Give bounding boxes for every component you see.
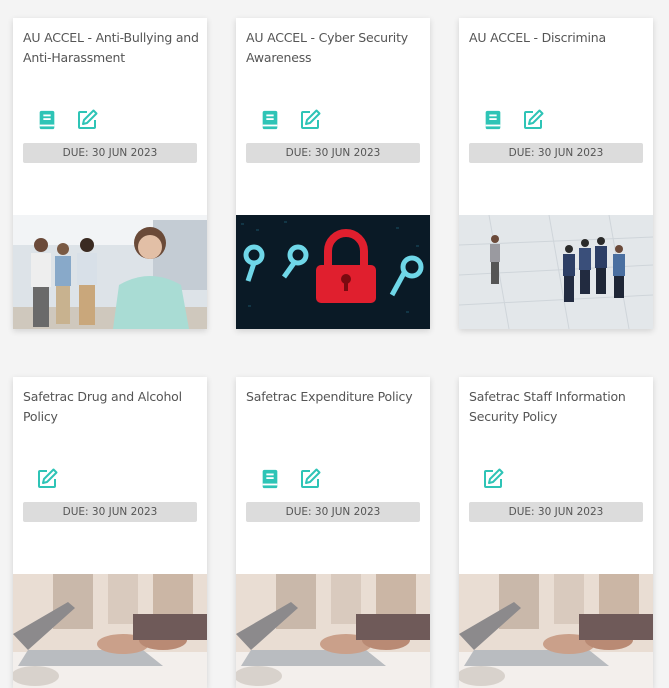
due-date-badge: DUE: 30 JUN 2023 xyxy=(23,502,197,522)
edit-icon[interactable] xyxy=(481,467,505,491)
book-icon[interactable] xyxy=(35,108,59,132)
laptop-typing-photo[interactable] xyxy=(459,574,653,688)
course-title[interactable]: AU ACCEL - Anti-Bullying and Anti-Harass… xyxy=(23,28,199,68)
course-card[interactable]: Safetrac Expenditure Policy DUE: 30 JUN … xyxy=(236,377,430,688)
card-actions xyxy=(35,108,99,132)
business-people-floor-photo[interactable] xyxy=(459,215,653,329)
course-title[interactable]: Safetrac Expenditure Policy xyxy=(246,387,422,407)
padlock-keys-photo[interactable] xyxy=(236,215,430,329)
course-card[interactable]: AU ACCEL - Anti-Bullying and Anti-Harass… xyxy=(13,18,207,329)
edit-icon[interactable] xyxy=(298,467,322,491)
card-actions xyxy=(481,467,505,491)
edit-icon[interactable] xyxy=(35,467,59,491)
due-date-badge: DUE: 30 JUN 2023 xyxy=(469,143,643,163)
laptop-typing-photo[interactable] xyxy=(13,574,207,688)
course-title[interactable]: Safetrac Staff Information Security Poli… xyxy=(469,387,645,427)
course-title[interactable]: Safetrac Drug and Alcohol Policy xyxy=(23,387,199,427)
office-people-photo[interactable] xyxy=(13,215,207,329)
book-icon[interactable] xyxy=(258,467,282,491)
edit-icon[interactable] xyxy=(75,108,99,132)
due-date-badge: DUE: 30 JUN 2023 xyxy=(246,143,420,163)
course-card[interactable]: Safetrac Drug and Alcohol Policy DUE: 30… xyxy=(13,377,207,688)
course-card[interactable]: AU ACCEL - Cyber Security Awareness DUE:… xyxy=(236,18,430,329)
course-card[interactable]: Safetrac Staff Information Security Poli… xyxy=(459,377,653,688)
card-actions xyxy=(35,467,59,491)
book-icon[interactable] xyxy=(258,108,282,132)
course-card[interactable]: AU ACCEL - Discrimina DUE: 30 JUN 2023 xyxy=(459,18,653,329)
card-actions xyxy=(481,108,545,132)
due-date-badge: DUE: 30 JUN 2023 xyxy=(246,502,420,522)
course-title[interactable]: AU ACCEL - Discrimina xyxy=(469,28,645,48)
edit-icon[interactable] xyxy=(521,108,545,132)
card-actions xyxy=(258,108,322,132)
course-grid: AU ACCEL - Anti-Bullying and Anti-Harass… xyxy=(0,0,669,688)
card-actions xyxy=(258,467,322,491)
due-date-badge: DUE: 30 JUN 2023 xyxy=(23,143,197,163)
course-title[interactable]: AU ACCEL - Cyber Security Awareness xyxy=(246,28,422,68)
laptop-typing-photo[interactable] xyxy=(236,574,430,688)
book-icon[interactable] xyxy=(481,108,505,132)
edit-icon[interactable] xyxy=(298,108,322,132)
due-date-badge: DUE: 30 JUN 2023 xyxy=(469,502,643,522)
